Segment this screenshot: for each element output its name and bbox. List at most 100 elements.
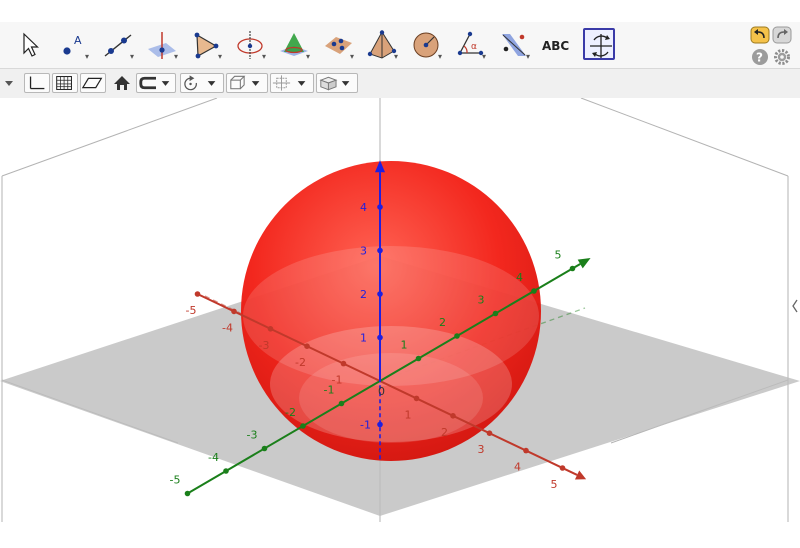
angle-tool-button[interactable]: α ▾: [453, 28, 486, 61]
view-cube-icon: [319, 76, 350, 91]
settings-button[interactable]: [773, 48, 793, 66]
reflect-tool-button[interactable]: ▾: [497, 28, 530, 61]
y-tick-label: 4: [516, 271, 523, 284]
rotation-icon: [184, 75, 216, 91]
chevron-left-icon: [792, 299, 798, 313]
x-tick: [340, 360, 347, 367]
home-button[interactable]: [111, 73, 133, 93]
y-tick: [454, 333, 460, 339]
x-tick-label: 3: [478, 443, 485, 456]
graphics-3d-view[interactable]: -5 -4 -3 -2 -1 1 2 3 4 5 -5 -4 -3 -2 -1 1 2 3 4 5 -1 1 2 3 4 0: [0, 98, 800, 522]
grid-toggle-button[interactable]: [52, 73, 78, 93]
y-tick-label: 3: [478, 294, 485, 307]
x-tick: [267, 326, 274, 332]
y-tick-label: 2: [439, 316, 446, 329]
y-tick-label: 5: [555, 249, 562, 262]
y-tick-label: -1: [324, 384, 335, 397]
undo-icon: [750, 26, 770, 44]
y-tick-label: 1: [401, 339, 408, 352]
help-icon: ?: [752, 49, 768, 65]
axes-toggle-button[interactable]: [24, 73, 50, 93]
x-tick: [559, 465, 566, 471]
projection-icon: [272, 75, 306, 91]
x-tick: [523, 447, 529, 454]
style-bar-toggle-icon: [5, 81, 13, 86]
angle-tool-alpha: α: [471, 42, 477, 52]
perpendicular-line-tool-button[interactable]: ▾: [145, 28, 178, 61]
y-tick: [492, 310, 499, 317]
x-tick-label: 1: [405, 408, 412, 421]
y-tick: [184, 490, 191, 497]
plane-toggle-icon: [81, 77, 103, 89]
x-tick: [194, 291, 201, 297]
x-tick: [450, 413, 456, 419]
redo-icon: [772, 26, 792, 44]
x-tick: [413, 395, 420, 402]
toolbar: A ▾ ▾ ▾ ▾ ▾ ▾ ▾ ▾ ▾ α ▾ ▾ ABC ?: [0, 22, 800, 68]
y-tick: [223, 468, 229, 474]
view-cube-dropdown[interactable]: [316, 73, 358, 93]
x-tick: [486, 430, 493, 437]
help-button[interactable]: ?: [751, 48, 771, 66]
point-tool-letter: A: [74, 34, 82, 47]
rotation-dropdown[interactable]: [180, 73, 224, 93]
y-tick: [300, 423, 306, 429]
z-tick-label: 1: [360, 332, 367, 345]
polygon-tool-button[interactable]: ▾: [189, 28, 222, 61]
x-tick-label: -3: [259, 339, 270, 352]
z-tick: [377, 204, 383, 210]
clipping-icon: [139, 76, 170, 90]
style-bar: [0, 68, 800, 99]
projection-dropdown[interactable]: [270, 73, 314, 93]
intersect-surfaces-tool-button[interactable]: ▾: [277, 28, 310, 61]
undo-redo-group: ?: [744, 24, 794, 66]
redo-button[interactable]: [772, 26, 792, 44]
x-tick-label: -4: [222, 321, 233, 334]
z-tick-label: 2: [360, 288, 367, 301]
rotate-view-tool-button[interactable]: [583, 28, 615, 60]
x-tick-label: -2: [295, 356, 306, 369]
line-tool-button[interactable]: ▾: [101, 28, 134, 61]
home-icon: [114, 76, 130, 90]
pointer-arrow-icon: [23, 32, 39, 57]
plane-toggle-button[interactable]: [80, 73, 106, 93]
y-tick: [569, 265, 576, 272]
undo-button[interactable]: [750, 26, 770, 44]
x-tick-label: 2: [441, 426, 448, 439]
view-direction-dropdown[interactable]: [226, 73, 268, 93]
x-tick-label: 4: [514, 461, 521, 474]
pyramid-tool-button[interactable]: ▾: [365, 28, 398, 61]
y-tick: [415, 355, 422, 362]
y-tick-label: -5: [170, 474, 181, 487]
x-tick-label: -5: [186, 304, 197, 317]
move-tool-button[interactable]: [13, 28, 45, 60]
text-tool-button[interactable]: ABC: [540, 28, 572, 60]
y-axis-arrow: [577, 257, 591, 269]
z-tick-label: 4: [360, 201, 367, 214]
clipping-dropdown[interactable]: [136, 73, 176, 93]
z-tick-label: 3: [360, 245, 367, 258]
z-tick-label: -1: [360, 419, 371, 432]
gear-icon: [774, 49, 790, 65]
z-tick: [377, 291, 383, 297]
grid-toggle-icon: [56, 76, 72, 90]
sphere-tool-button[interactable]: ▾: [409, 28, 442, 61]
y-tick-label: -2: [285, 406, 296, 419]
side-panel-toggle[interactable]: [790, 292, 800, 320]
point-tool-button[interactable]: A ▾: [56, 28, 89, 61]
y-tick: [338, 400, 345, 407]
rotate-3d-view-icon: [590, 34, 612, 58]
circle-axis-tool-button[interactable]: ▾: [233, 28, 266, 61]
3d-scene[interactable]: -5-4-3-2-112345 -5-4-3-2-112345 -11234 0: [0, 98, 800, 522]
y-tick: [261, 445, 268, 452]
x-tick: [304, 343, 310, 349]
y-tick: [531, 288, 537, 294]
x-tick: [231, 308, 237, 315]
help-icon-mark: ?: [756, 51, 763, 65]
plane-through-points-tool-button[interactable]: ▾: [321, 28, 354, 61]
x-tick-label: 5: [551, 478, 558, 491]
y-tick-label: -3: [247, 429, 258, 442]
text-tool-label: ABC: [542, 39, 569, 53]
origin-label: 0: [378, 385, 385, 398]
style-bar-toggle-button[interactable]: [4, 74, 14, 86]
